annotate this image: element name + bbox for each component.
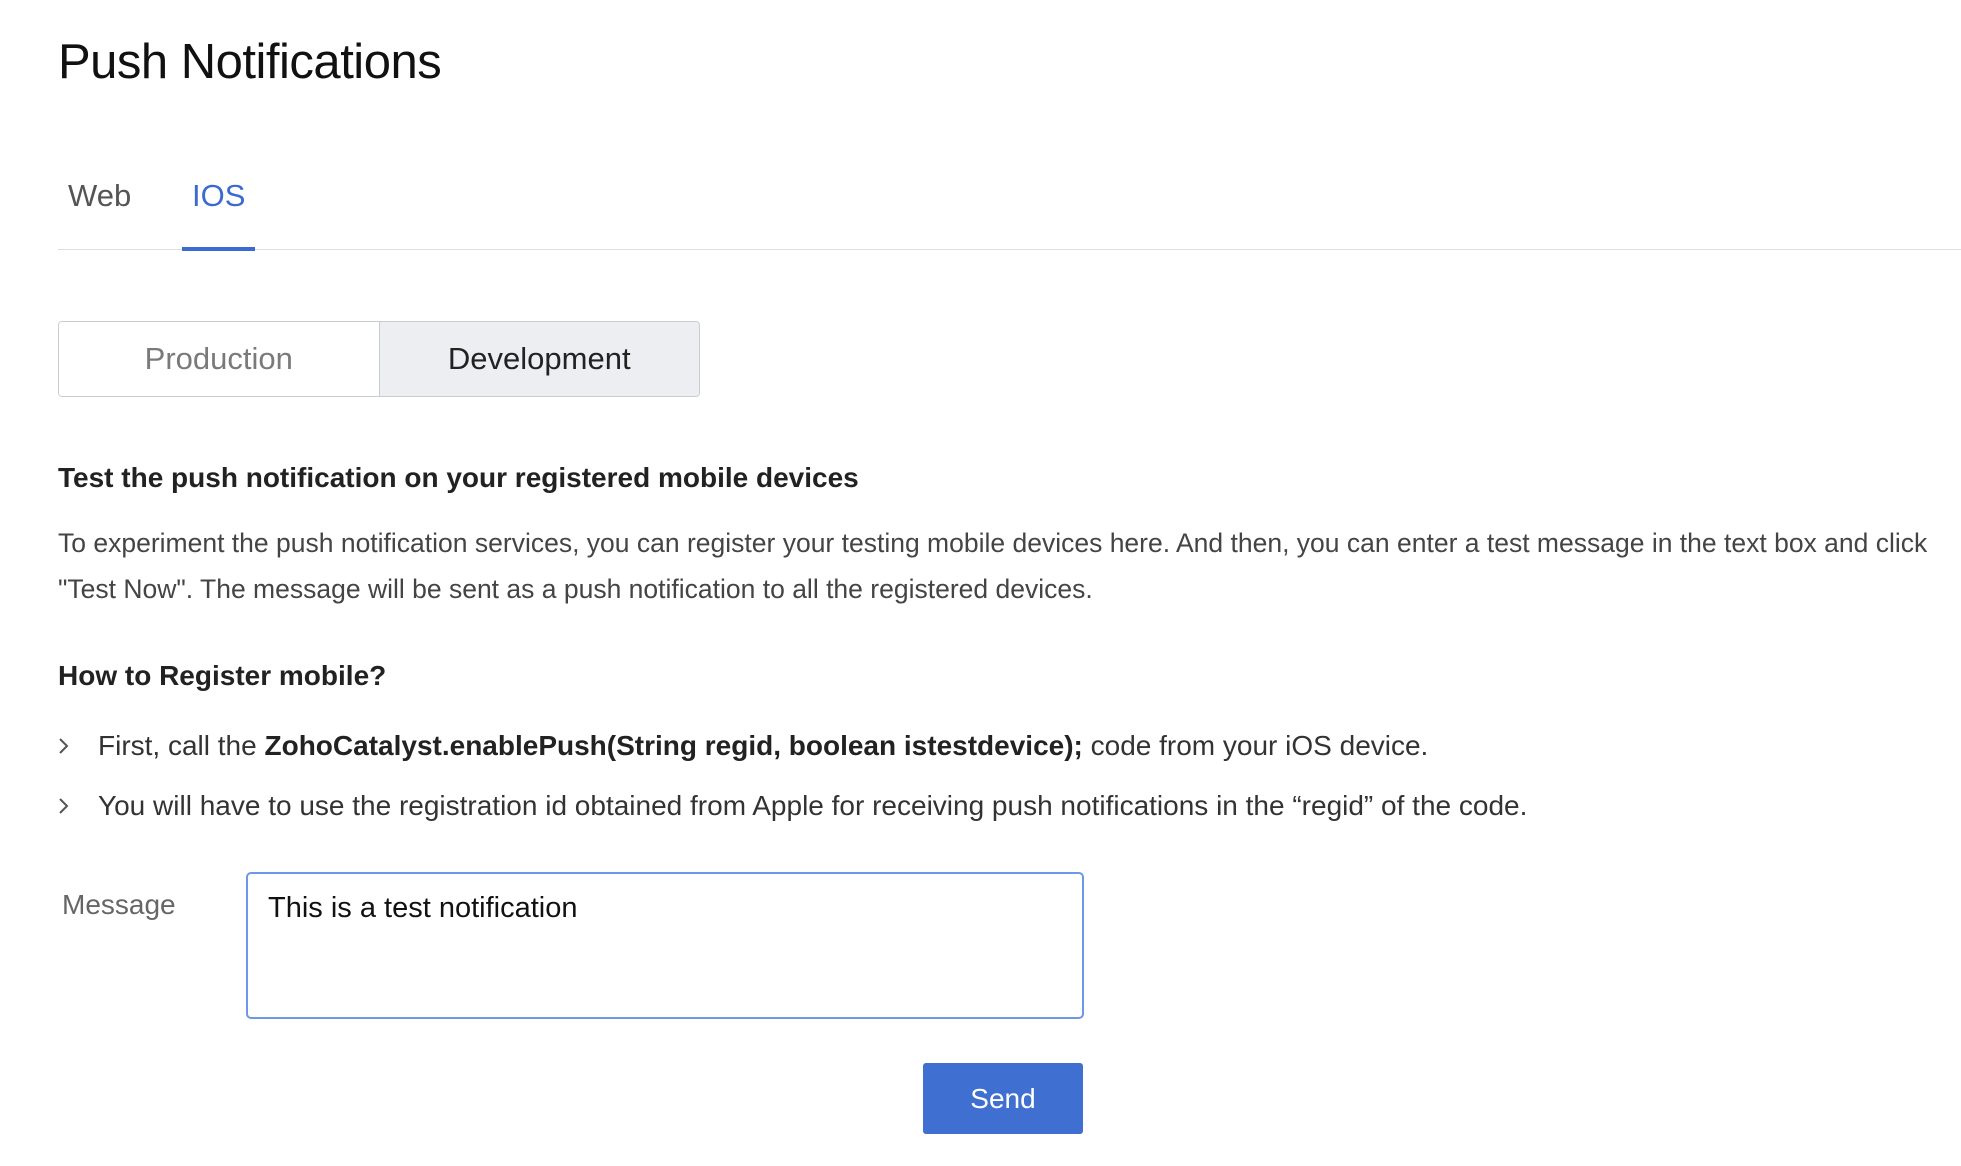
environment-toggle: Production Development [58, 321, 700, 397]
step-text: You will have to use the registration id… [98, 790, 1528, 821]
tab-ios[interactable]: IOS [182, 178, 256, 251]
send-button[interactable]: Send [923, 1063, 1083, 1134]
message-label: Message [62, 889, 176, 920]
step-prefix: First, call the [98, 730, 265, 761]
register-section-heading: How to Register mobile? [58, 660, 387, 691]
message-input[interactable]: This is a test notification [246, 872, 1084, 1019]
push-notifications-page: Push Notifications Web IOS Production De… [0, 0, 1961, 1166]
platform-tabs: Web IOS [58, 170, 1961, 251]
list-item: You will have to use the registration id… [58, 776, 1527, 836]
test-section-heading: Test the push notification on your regis… [58, 462, 859, 493]
step-text: First, call the ZohoCatalyst.enablePush(… [98, 730, 1428, 762]
chevron-right-icon [58, 796, 98, 816]
step-code: ZohoCatalyst.enablePush(String regid, bo… [264, 730, 1083, 761]
step-suffix: code from your iOS device. [1082, 730, 1429, 761]
page-title: Push Notifications [58, 35, 442, 89]
development-toggle-button[interactable]: Development [379, 322, 699, 396]
production-toggle-button[interactable]: Production [59, 322, 380, 396]
chevron-right-icon [58, 736, 98, 756]
list-item: First, call the ZohoCatalyst.enablePush(… [58, 716, 1527, 776]
register-steps-list: First, call the ZohoCatalyst.enablePush(… [58, 716, 1527, 836]
tab-web[interactable]: Web [58, 178, 141, 250]
test-section-description: To experiment the push notification serv… [58, 528, 1928, 604]
